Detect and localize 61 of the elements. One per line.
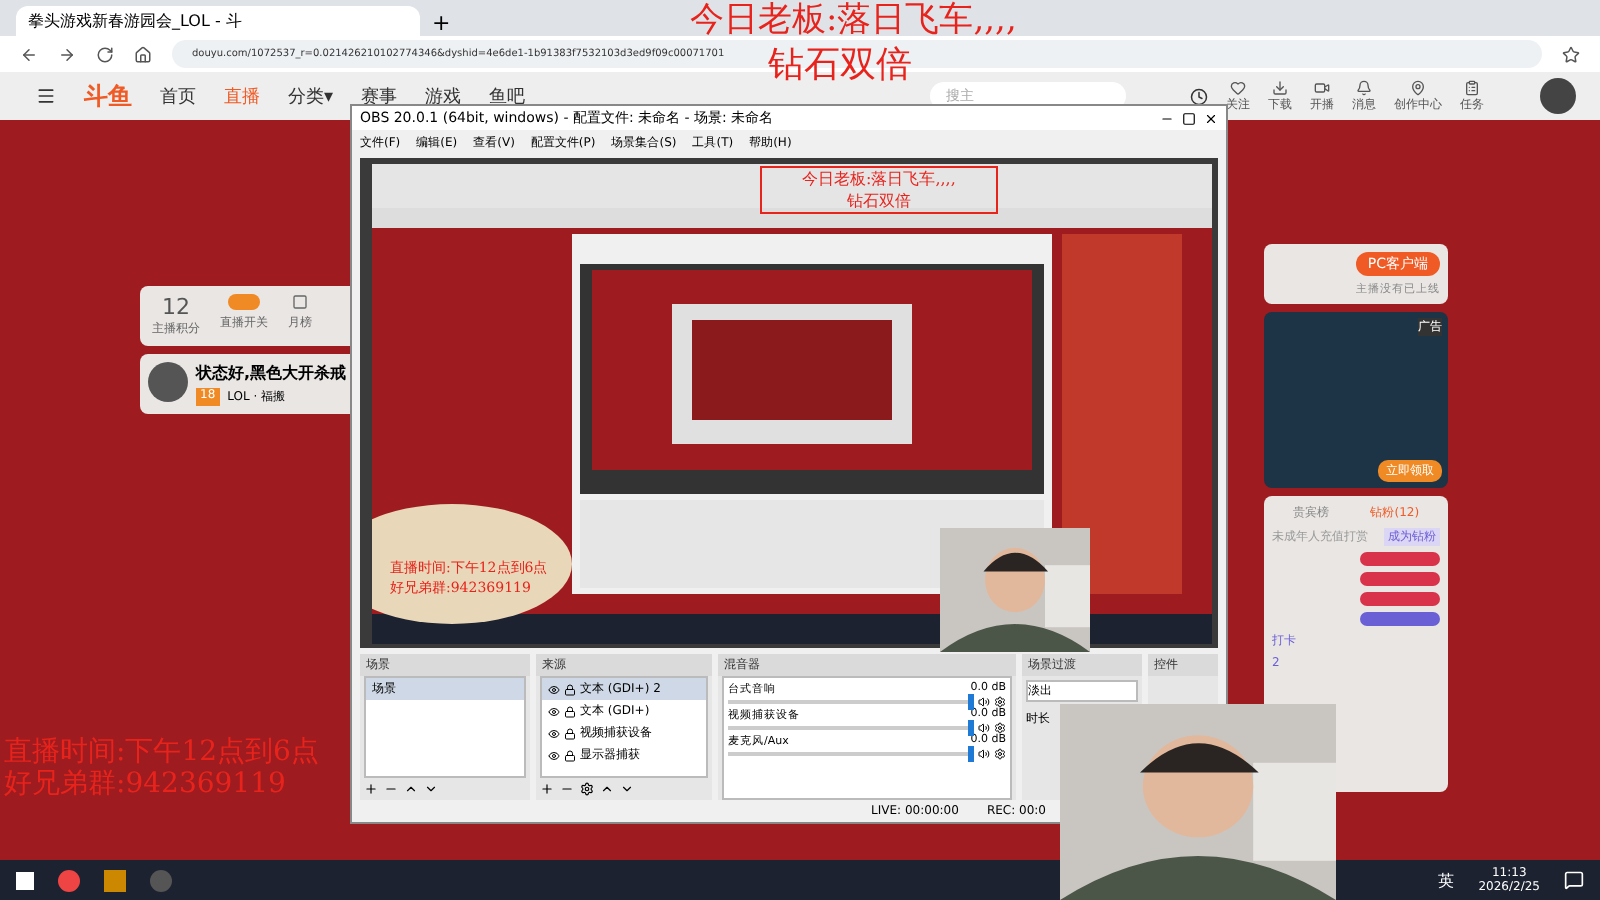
action-icon[interactable] [1230,79,1246,95]
lock-icon[interactable] [564,683,576,695]
lock-icon[interactable] [564,727,576,739]
up-icon[interactable] [404,782,418,796]
streamer-avatar [148,362,188,402]
ime-indicator[interactable]: 英 [1438,869,1455,891]
slider-thumb[interactable] [968,694,974,710]
forward-icon[interactable] [58,45,76,63]
action-icon[interactable] [1272,79,1288,95]
maximize-icon[interactable] [1182,111,1196,125]
live-toggle[interactable] [228,294,260,310]
eye-icon[interactable] [548,683,560,695]
nav-link[interactable]: 鱼吧 [489,83,526,109]
up-icon[interactable] [600,782,614,796]
avatar[interactable] [1540,78,1576,114]
start-icon[interactable] [16,871,34,889]
history-icon[interactable] [1190,87,1208,105]
settings-icon[interactable] [580,782,594,796]
add-icon[interactable] [364,782,378,796]
nav-link[interactable]: 首页 [160,83,196,109]
settings-icon[interactable] [994,696,1006,708]
eye-icon[interactable] [548,749,560,761]
speaker-icon[interactable] [978,722,990,734]
stream-title: 状态好,黑色大开杀戒 [196,362,347,384]
new-tab-button[interactable]: + [432,10,451,36]
eye-icon[interactable] [548,727,560,739]
action-icon[interactable] [1356,79,1372,95]
down-icon[interactable] [620,782,634,796]
speaker-icon[interactable] [978,748,990,760]
schedule-text: 直播时间:下午12点到6点 好兄弟群:942369119 [4,736,319,800]
bookmark-icon[interactable] [1562,45,1580,63]
reload-icon[interactable] [96,45,114,63]
slider-thumb[interactable] [968,746,974,762]
score-value: 12 [162,294,190,320]
remove-icon[interactable] [384,782,398,796]
nav-link[interactable]: 赛事 [361,83,398,109]
settings-icon[interactable] [994,748,1006,760]
lock-icon[interactable] [564,705,576,717]
browser-tab[interactable]: 拳头游戏新春游园会_LOL - 斗 [16,6,420,36]
eye-icon[interactable] [548,705,560,717]
browser-app-icon[interactable] [58,869,80,891]
speaker-icon[interactable] [978,696,990,708]
app-icon[interactable] [104,869,126,891]
home-icon[interactable] [134,45,152,63]
action-icon[interactable] [1410,79,1426,95]
remove-icon[interactable] [560,782,574,796]
add-icon[interactable] [540,782,554,796]
back-icon[interactable] [20,45,38,63]
close-icon[interactable] [1204,111,1218,125]
settings-icon[interactable] [994,722,1006,734]
preview-overlay-text: 今日老板:落日飞车,,,, 钻石双倍 [760,166,998,214]
nav-link[interactable]: 分类▾ [288,83,334,109]
action-icon[interactable] [1314,79,1330,95]
lock-icon[interactable] [564,749,576,761]
notification-icon[interactable] [1564,870,1584,890]
overlay-text: 今日老板:落日飞车,,,, [690,0,1017,42]
slider-thumb[interactable] [968,720,974,736]
nav-link[interactable]: 游戏 [425,83,462,109]
action-icon[interactable] [1464,79,1480,95]
menu-icon[interactable] [36,86,56,106]
down-icon[interactable] [424,782,438,796]
